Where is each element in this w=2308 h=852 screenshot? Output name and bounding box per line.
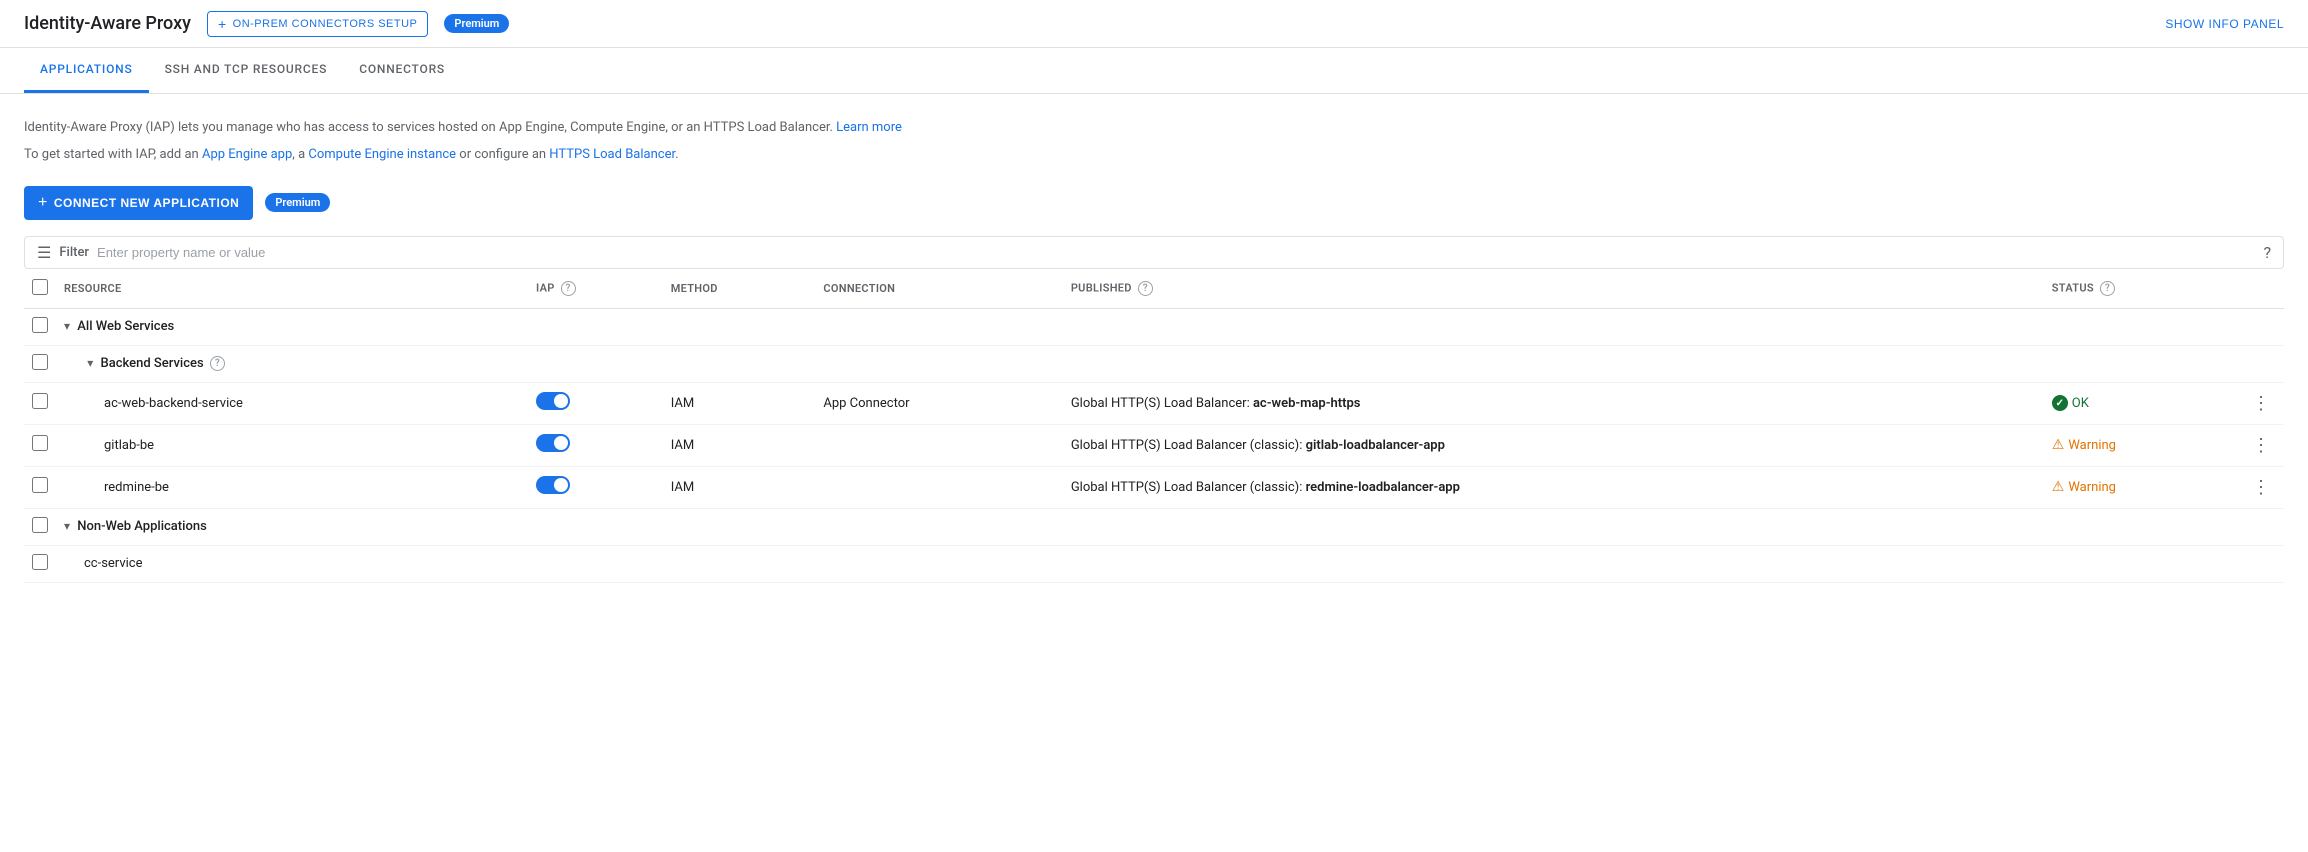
- row-checkbox-cc-service[interactable]: [32, 554, 48, 570]
- iap-cell-gitlab: [528, 424, 663, 466]
- filter-bar: ☰ Filter ?: [24, 236, 2284, 269]
- published-cell-cc-service: [1063, 545, 2044, 582]
- filter-label: Filter: [59, 245, 89, 260]
- iap-cell-redmine: [528, 466, 663, 508]
- https-lb-link[interactable]: HTTPS Load Balancer: [549, 147, 675, 162]
- page-title: Identity-Aware Proxy: [24, 13, 191, 34]
- tabs-bar: APPLICATIONS SSH AND TCP RESOURCES CONNE…: [0, 48, 2308, 94]
- group-row-non-web: ▾ Non-Web Applications: [24, 508, 2284, 545]
- method-cell-ac-web: IAM: [663, 382, 816, 424]
- more-menu-button-gitlab[interactable]: ⋮: [2246, 433, 2276, 458]
- iap-toggle-ac-web[interactable]: [536, 392, 570, 410]
- filter-icon: ☰: [37, 243, 51, 262]
- group-label-all-web: All Web Services: [77, 319, 174, 334]
- table-row: cc-service: [24, 545, 2284, 582]
- status-cell-ac-web: OK: [2044, 382, 2238, 424]
- status-cell-gitlab: Warning: [2044, 424, 2238, 466]
- published-cell-ac-web: Global HTTP(S) Load Balancer: ac-web-map…: [1063, 382, 2044, 424]
- col-connection: Connection: [815, 269, 1062, 309]
- more-menu-button-redmine[interactable]: ⋮: [2246, 475, 2276, 500]
- header: Identity-Aware Proxy ON-PREM CONNECTORS …: [0, 0, 2308, 48]
- tab-ssh-tcp[interactable]: SSH AND TCP RESOURCES: [149, 48, 344, 93]
- learn-more-link[interactable]: Learn more: [836, 120, 902, 135]
- connection-cell-gitlab: [815, 424, 1062, 466]
- table-row: redmine-be IAM Global HTTP(S) Load Balan…: [24, 466, 2284, 508]
- status-help-icon[interactable]: ?: [2100, 281, 2115, 296]
- filter-help-icon[interactable]: ?: [2263, 243, 2271, 262]
- subgroup-row-backend-services: ▾ Backend Services ?: [24, 345, 2284, 382]
- info-section: Identity-Aware Proxy (IAP) lets you mana…: [24, 118, 2284, 166]
- group-chevron-non-web[interactable]: ▾: [64, 519, 70, 533]
- connection-cell-cc-service: [815, 545, 1062, 582]
- table-header-row: Resource IAP ? Method Connection Publish…: [24, 269, 2284, 309]
- status-warning-gitlab: Warning: [2052, 437, 2230, 453]
- more-cell-cc-service: [2238, 545, 2284, 582]
- col-resource: Resource: [56, 269, 528, 309]
- main-content: Identity-Aware Proxy (IAP) lets you mana…: [0, 94, 2308, 583]
- more-menu-button-ac-web[interactable]: ⋮: [2246, 391, 2276, 416]
- status-cell-redmine: Warning: [2044, 466, 2238, 508]
- resource-cell-redmine: redmine-be: [56, 466, 528, 508]
- row-checkbox-redmine[interactable]: [32, 477, 48, 493]
- resource-cell-ac-web: ac-web-backend-service: [56, 382, 528, 424]
- select-all-cell: [24, 269, 56, 309]
- header-left: Identity-Aware Proxy ON-PREM CONNECTORS …: [24, 11, 509, 37]
- connect-premium-badge: Premium: [265, 193, 330, 212]
- compute-engine-link[interactable]: Compute Engine instance: [308, 147, 456, 162]
- select-all-checkbox[interactable]: [32, 279, 48, 295]
- resource-cell-gitlab: gitlab-be: [56, 424, 528, 466]
- col-iap: IAP ?: [528, 269, 663, 309]
- col-status: Status ?: [2044, 269, 2238, 309]
- filter-input[interactable]: [97, 245, 2263, 260]
- more-cell-ac-web: ⋮: [2238, 382, 2284, 424]
- published-help-icon[interactable]: ?: [1138, 281, 1153, 296]
- subgroup-chevron-backend[interactable]: ▾: [87, 356, 93, 370]
- info-text-2: To get started with IAP, add an App Engi…: [24, 145, 2284, 166]
- iap-cell-ac-web: [528, 382, 663, 424]
- method-cell-redmine: IAM: [663, 466, 816, 508]
- table-row: gitlab-be IAM Global HTTP(S) Load Balanc…: [24, 424, 2284, 466]
- connection-cell-ac-web: App Connector: [815, 382, 1062, 424]
- method-cell-cc-service: [663, 545, 816, 582]
- subgroup-checkbox-backend[interactable]: [32, 354, 48, 370]
- iap-cell-cc-service: [528, 545, 663, 582]
- iap-toggle-redmine[interactable]: [536, 476, 570, 494]
- connection-cell-redmine: [815, 466, 1062, 508]
- more-cell-gitlab: ⋮: [2238, 424, 2284, 466]
- table-row: ac-web-backend-service IAM App Connector…: [24, 382, 2284, 424]
- col-actions: [2238, 269, 2284, 309]
- published-cell-gitlab: Global HTTP(S) Load Balancer (classic): …: [1063, 424, 2044, 466]
- on-prem-connectors-button[interactable]: ON-PREM CONNECTORS SETUP: [207, 11, 428, 37]
- group-chevron-all-web[interactable]: ▾: [64, 319, 70, 333]
- premium-badge: Premium: [444, 14, 509, 33]
- row-checkbox-ac-web[interactable]: [32, 393, 48, 409]
- resources-table: Resource IAP ? Method Connection Publish…: [24, 269, 2284, 583]
- group-checkbox-non-web[interactable]: [32, 517, 48, 533]
- group-row-all-web-services: ▾ All Web Services: [24, 308, 2284, 345]
- status-ok-ac-web: OK: [2052, 395, 2230, 411]
- resources-table-wrapper: Resource IAP ? Method Connection Publish…: [24, 269, 2284, 583]
- app-engine-link[interactable]: App Engine app: [202, 147, 292, 162]
- method-cell-gitlab: IAM: [663, 424, 816, 466]
- connect-new-application-button[interactable]: CONNECT NEW APPLICATION: [24, 186, 253, 220]
- backend-help-icon[interactable]: ?: [210, 356, 225, 371]
- iap-toggle-gitlab[interactable]: [536, 434, 570, 452]
- tab-connectors[interactable]: CONNECTORS: [343, 48, 461, 93]
- status-cell-cc-service: [2044, 545, 2238, 582]
- info-text-1: Identity-Aware Proxy (IAP) lets you mana…: [24, 118, 2284, 139]
- group-label-non-web: Non-Web Applications: [77, 519, 207, 534]
- resource-cell-cc-service: cc-service: [56, 545, 528, 582]
- action-bar: CONNECT NEW APPLICATION Premium: [24, 186, 2284, 220]
- status-warning-redmine: Warning: [2052, 479, 2230, 495]
- col-published: Published ?: [1063, 269, 2044, 309]
- row-checkbox-gitlab[interactable]: [32, 435, 48, 451]
- col-method: Method: [663, 269, 816, 309]
- iap-help-icon[interactable]: ?: [561, 281, 576, 296]
- group-checkbox-all-web[interactable]: [32, 317, 48, 333]
- more-cell-redmine: ⋮: [2238, 466, 2284, 508]
- show-info-panel-button[interactable]: SHOW INFO PANEL: [2165, 17, 2284, 31]
- subgroup-label-backend: Backend Services: [101, 356, 204, 371]
- tab-applications[interactable]: APPLICATIONS: [24, 48, 149, 93]
- published-cell-redmine: Global HTTP(S) Load Balancer (classic): …: [1063, 466, 2044, 508]
